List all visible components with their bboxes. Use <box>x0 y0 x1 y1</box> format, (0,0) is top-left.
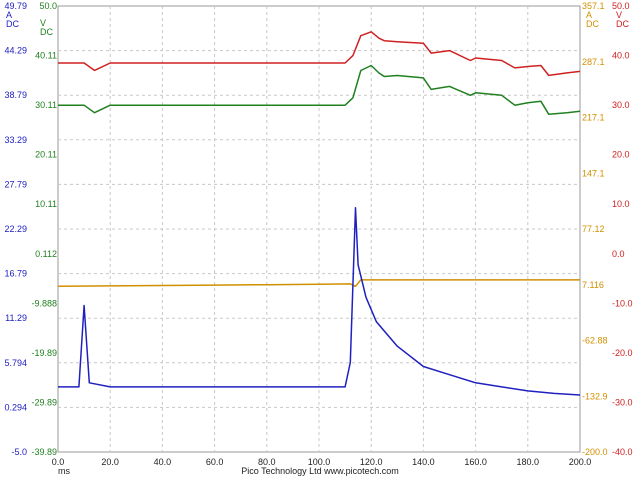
channel-coupling-label: DC <box>586 19 599 29</box>
axis-tick-label: 287.1 <box>582 57 605 67</box>
axis-tick-label: 22.29 <box>4 224 27 234</box>
axis-tick-label: 5.794 <box>4 358 27 368</box>
axis-tick-label: -29.89 <box>31 397 57 407</box>
axis-tick-label: -10.0 <box>612 298 633 308</box>
x-tick-label: 160.0 <box>464 457 487 467</box>
oscilloscope-chart: 0.0 20.0 40.0 60.0 80.0 100.0 120.0 140.0 160.0 1… <box>4 1 633 476</box>
x-tick-label: 180.0 <box>517 457 540 467</box>
axis-tick-label: 27.79 <box>4 179 27 189</box>
axis-tick-label: -132.9 <box>582 391 608 401</box>
axis-tick-label: 10.11 <box>35 199 57 209</box>
axis-tick-label: 77.12 <box>582 224 605 234</box>
axis-tick-label: 0.112 <box>35 249 57 259</box>
axis-tick-label: 30.0 <box>612 100 630 110</box>
axis-tick-label: 20.0 <box>612 150 630 160</box>
channel-coupling-label: DC <box>616 19 629 29</box>
axis-tick-label: 147.1 <box>582 168 605 178</box>
axis-tick-label: 16.79 <box>4 269 27 279</box>
axis-tick-label: 0.0 <box>612 249 625 259</box>
axis-tick-label: -62.88 <box>582 336 608 346</box>
x-tick-label: 60.0 <box>206 457 224 467</box>
axis-tick-label: 40.11 <box>35 51 57 61</box>
axis-tick-label: 217.1 <box>582 113 605 123</box>
axis-tick-label: -30.0 <box>612 397 633 407</box>
x-axis-unit: ms <box>58 466 70 476</box>
axis-tick-label: 20.11 <box>35 150 57 160</box>
axis-tick-label: -40.0 <box>612 447 633 457</box>
x-tick-label: 140.0 <box>412 457 435 467</box>
axis-tick-label: -9.888 <box>31 298 57 308</box>
axis-tick-label: 38.79 <box>4 90 27 100</box>
axis-tick-label: 11.29 <box>5 313 27 323</box>
axis-tick-label: -39.89 <box>31 447 57 457</box>
x-tick-label: 200.0 <box>569 457 592 467</box>
axis-tick-label: 40.0 <box>612 51 630 61</box>
axis-tick-label: 33.29 <box>4 135 27 145</box>
axis-tick-label: -5.0 <box>11 447 27 457</box>
axis-tick-label: 30.11 <box>35 100 57 110</box>
axis-tick-label: -19.89 <box>31 348 57 358</box>
channel-coupling-label: DC <box>40 27 53 37</box>
axis-tick-label: 44.29 <box>4 46 27 56</box>
axis-tick-label: 7.116 <box>582 280 604 290</box>
axis-tick-label: -20.0 <box>612 348 633 358</box>
x-tick-label: 40.0 <box>154 457 172 467</box>
footer-credit: Pico Technology Ltd www.picotech.com <box>241 466 398 476</box>
x-tick-label: 20.0 <box>101 457 119 467</box>
axis-tick-label: 0.294 <box>4 402 27 412</box>
axis-tick-label: 10.0 <box>612 199 630 209</box>
channel-coupling-label: DC <box>6 19 19 29</box>
axis-tick-label: -200.0 <box>582 447 608 457</box>
axis-tick-label: 50.0 <box>39 1 57 11</box>
